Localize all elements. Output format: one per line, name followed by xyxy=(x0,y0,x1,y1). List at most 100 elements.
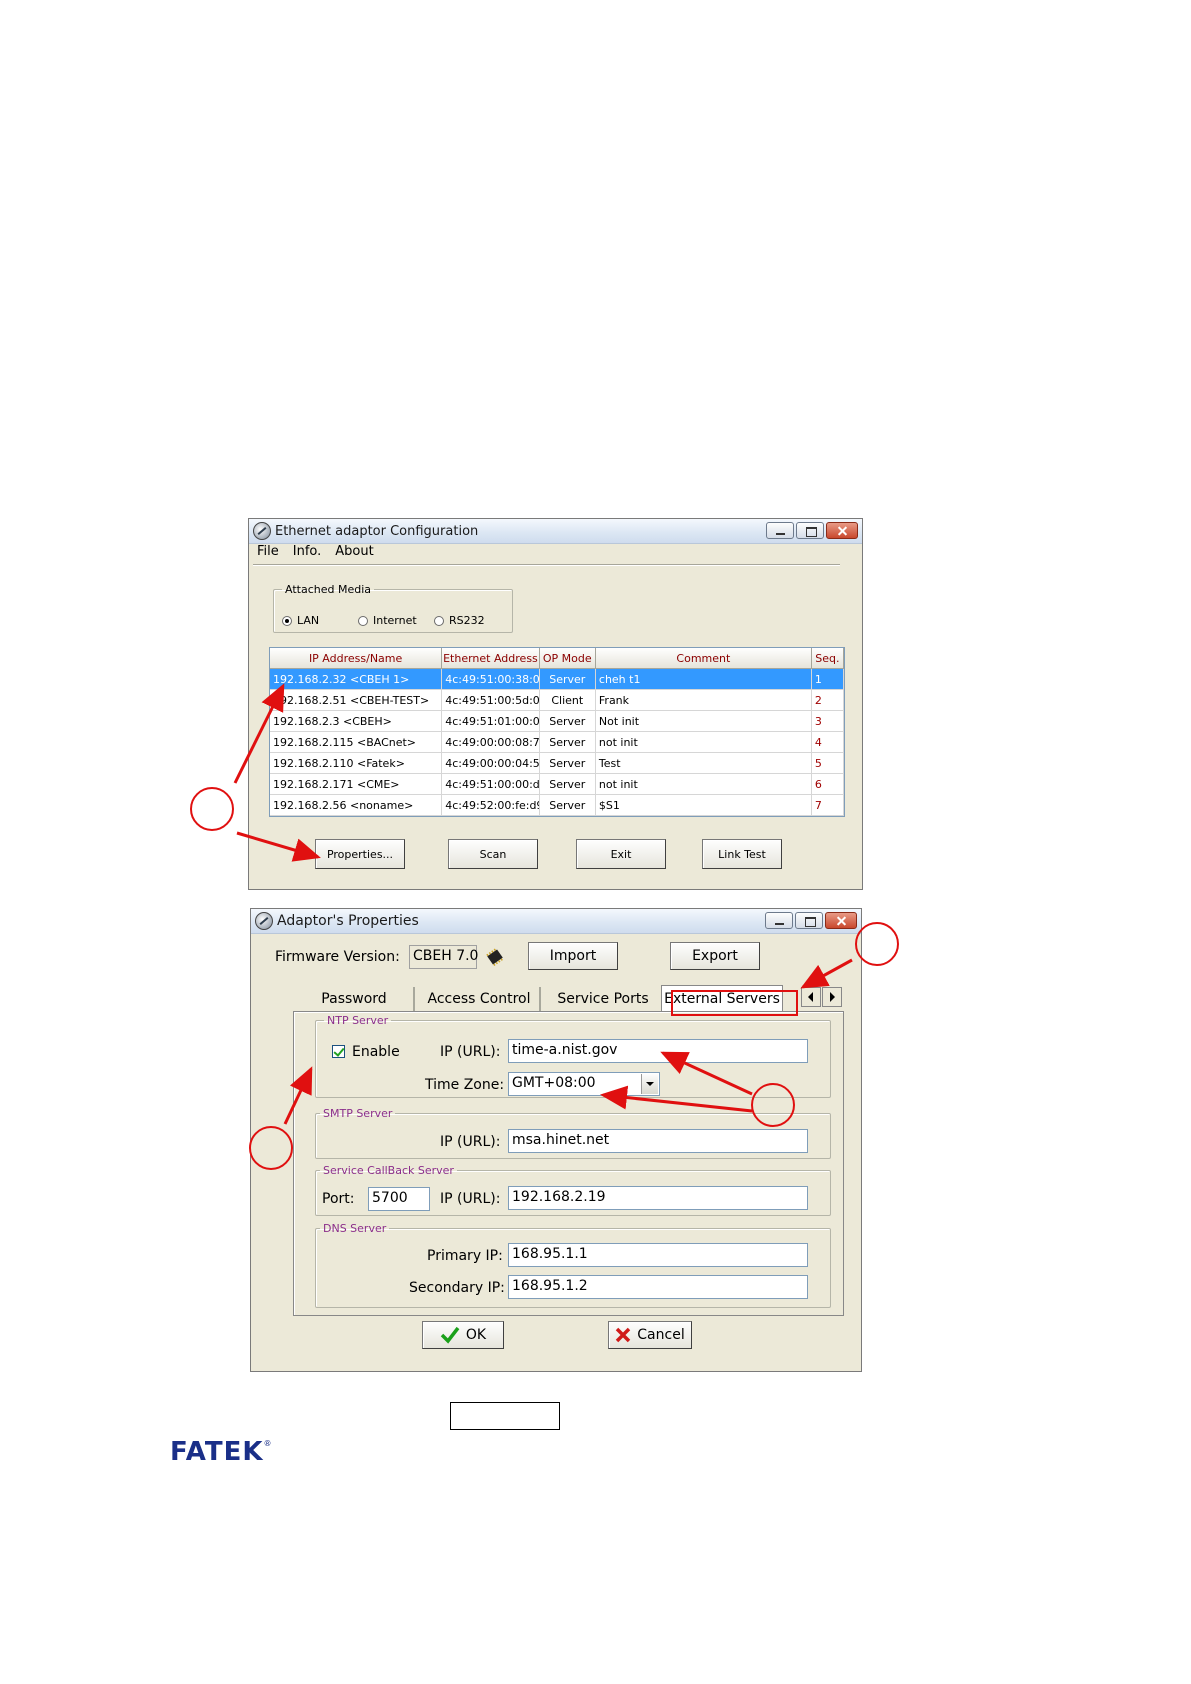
radio-internet[interactable]: Internet xyxy=(358,614,417,627)
table-row[interactable]: 192.168.2.110 <Fatek> 4c:49:00:00:04:5b … xyxy=(270,752,844,774)
cell-mac: 4c:49:51:01:00:02 xyxy=(441,710,540,732)
cell-mode: Server xyxy=(539,752,596,774)
maximize-icon[interactable] xyxy=(795,912,823,929)
cell-mode: Server xyxy=(539,668,596,690)
ok-button[interactable]: OK xyxy=(422,1321,504,1349)
title-bar[interactable]: Ethernet adaptor Configuration xyxy=(249,519,862,544)
exit-button[interactable]: Exit xyxy=(576,839,666,869)
title-bar[interactable]: Adaptor's Properties xyxy=(251,909,861,934)
callback-server-group: Service CallBack Server Port: 5700 IP (U… xyxy=(315,1164,831,1216)
cell-ip: 192.168.2.56 <noname> xyxy=(270,794,443,816)
tab-scroll-left-icon[interactable] xyxy=(801,987,821,1007)
callout-circle-2 xyxy=(855,922,899,966)
menu-file[interactable]: File xyxy=(257,544,279,562)
export-button[interactable]: Export xyxy=(670,942,760,970)
callback-port-label: Port: xyxy=(322,1191,355,1207)
callback-port-input[interactable]: 5700 xyxy=(368,1187,430,1211)
table-row[interactable]: 192.168.2.171 <CME> 4c:49:51:00:00:dc Se… xyxy=(270,773,844,795)
callback-ip-label: IP (URL): xyxy=(440,1191,501,1207)
cell-mac: 4c:49:00:00:08:72 xyxy=(441,731,540,753)
brand-text: FATEK xyxy=(170,1437,264,1467)
import-button[interactable]: Import xyxy=(528,942,618,970)
cell-comment: Frank xyxy=(595,689,812,711)
menu-separator xyxy=(253,564,840,566)
cell-mode: Server xyxy=(539,731,596,753)
cancel-button[interactable]: Cancel xyxy=(608,1321,692,1349)
link-test-button[interactable]: Link Test xyxy=(702,839,782,869)
cell-mode: Server xyxy=(539,773,596,795)
radio-internet-dot[interactable] xyxy=(358,615,368,626)
tab-access-control[interactable]: Access Control xyxy=(419,987,541,1011)
col-seq[interactable]: Seq. xyxy=(811,648,844,669)
tab-service-ports[interactable]: Service Ports xyxy=(545,987,663,1011)
col-comment[interactable]: Comment xyxy=(595,648,812,669)
smtp-ip-label: IP (URL): xyxy=(440,1134,501,1150)
dns-primary-input[interactable]: 168.95.1.1 xyxy=(508,1243,808,1267)
radio-lan-label: LAN xyxy=(297,614,320,627)
menu-about[interactable]: About xyxy=(335,544,373,562)
table-row[interactable]: 192.168.2.56 <noname> 4c:49:52:00:fe:d9 … xyxy=(270,794,844,816)
table-row[interactable]: 192.168.2.32 <CBEH 1> 4c:49:51:00:38:00 … xyxy=(270,668,844,690)
tab-password[interactable]: Password xyxy=(295,987,415,1011)
maximize-icon[interactable] xyxy=(796,522,824,539)
ntp-enable-label: Enable xyxy=(352,1044,400,1060)
cell-mac: 4c:49:00:00:04:5b xyxy=(441,752,540,774)
cell-ip: 192.168.2.110 <Fatek> xyxy=(270,752,443,774)
cell-comment: Not init xyxy=(595,710,812,732)
smtp-ip-input[interactable]: msa.hinet.net xyxy=(508,1129,808,1153)
ethernet-config-window: Ethernet adaptor Configuration File Info… xyxy=(248,518,863,890)
cell-mode: Server xyxy=(539,794,596,816)
table-row[interactable]: 192.168.2.115 <BACnet> 4c:49:00:00:08:72… xyxy=(270,731,844,753)
chevron-down-icon[interactable] xyxy=(641,1074,658,1094)
callout-circle-1 xyxy=(190,787,234,831)
ntp-timezone-value: GMT+08:00 xyxy=(512,1075,596,1091)
radio-lan[interactable]: LAN xyxy=(282,614,319,627)
cell-ip: 192.168.2.115 <BACnet> xyxy=(270,731,443,753)
cancel-x-icon xyxy=(616,1327,631,1343)
cell-ip: 192.168.2.32 <CBEH 1> xyxy=(270,668,443,690)
dns-server-group: DNS Server Primary IP: 168.95.1.1 Second… xyxy=(315,1222,831,1308)
col-op-mode[interactable]: OP Mode xyxy=(539,648,596,669)
cell-mac: 4c:49:51:00:38:00 xyxy=(441,668,540,690)
radio-lan-dot[interactable] xyxy=(282,615,292,626)
tab-scroll-right-icon[interactable] xyxy=(822,987,842,1007)
cell-comment: not init xyxy=(595,731,812,753)
cancel-label: Cancel xyxy=(637,1327,685,1343)
table-row[interactable]: 192.168.2.3 <CBEH> 4c:49:51:01:00:02 Ser… xyxy=(270,710,844,732)
table-row[interactable]: 192.168.2.51 <CBEH-TEST> 4c:49:51:00:5d:… xyxy=(270,689,844,711)
ntp-ip-input[interactable]: time-a.nist.gov xyxy=(508,1039,808,1063)
radio-rs232[interactable]: RS232 xyxy=(434,614,485,627)
callback-ip-input[interactable]: 192.168.2.19 xyxy=(508,1186,808,1210)
scan-button[interactable]: Scan xyxy=(448,839,538,869)
col-ethernet-address[interactable]: Ethernet Address xyxy=(441,648,540,669)
cell-seq: 7 xyxy=(811,794,844,816)
close-icon[interactable] xyxy=(825,912,857,929)
callout-circle-4 xyxy=(249,1126,293,1170)
ntp-timezone-label: Time Zone: xyxy=(425,1077,505,1093)
cell-seq: 3 xyxy=(811,710,844,732)
cell-seq: 1 xyxy=(811,668,844,690)
ntp-enable-checkbox[interactable] xyxy=(332,1045,345,1058)
app-icon xyxy=(255,912,273,930)
adapter-list-header: IP Address/Name Ethernet Address OP Mode… xyxy=(270,648,844,669)
ntp-timezone-select[interactable]: GMT+08:00 xyxy=(508,1072,660,1096)
minimize-icon[interactable] xyxy=(765,912,793,929)
col-ip-address[interactable]: IP Address/Name xyxy=(270,648,443,669)
cell-mac: 4c:49:51:00:00:dc xyxy=(441,773,540,795)
radio-rs232-dot[interactable] xyxy=(434,615,444,626)
firmware-version-field: CBEH 7.0 xyxy=(409,945,478,969)
callback-server-title: Service CallBack Server xyxy=(323,1164,454,1177)
ntp-server-title: NTP Server xyxy=(327,1014,389,1027)
minimize-icon[interactable] xyxy=(766,522,794,539)
window-title: Adaptor's Properties xyxy=(277,913,419,929)
cell-mode: Client xyxy=(539,689,596,711)
cell-seq: 2 xyxy=(811,689,844,711)
ntp-ip-label: IP (URL): xyxy=(440,1044,501,1060)
dns-secondary-input[interactable]: 168.95.1.2 xyxy=(508,1275,808,1299)
properties-button[interactable]: Properties... xyxy=(315,839,405,869)
menu-info[interactable]: Info. xyxy=(293,544,322,562)
attached-media-group: Attached Media LAN Internet RS232 xyxy=(273,583,513,633)
adapter-list[interactable]: IP Address/Name Ethernet Address OP Mode… xyxy=(269,647,845,817)
close-icon[interactable] xyxy=(826,522,858,539)
cell-ip: 192.168.2.51 <CBEH-TEST> xyxy=(270,689,443,711)
